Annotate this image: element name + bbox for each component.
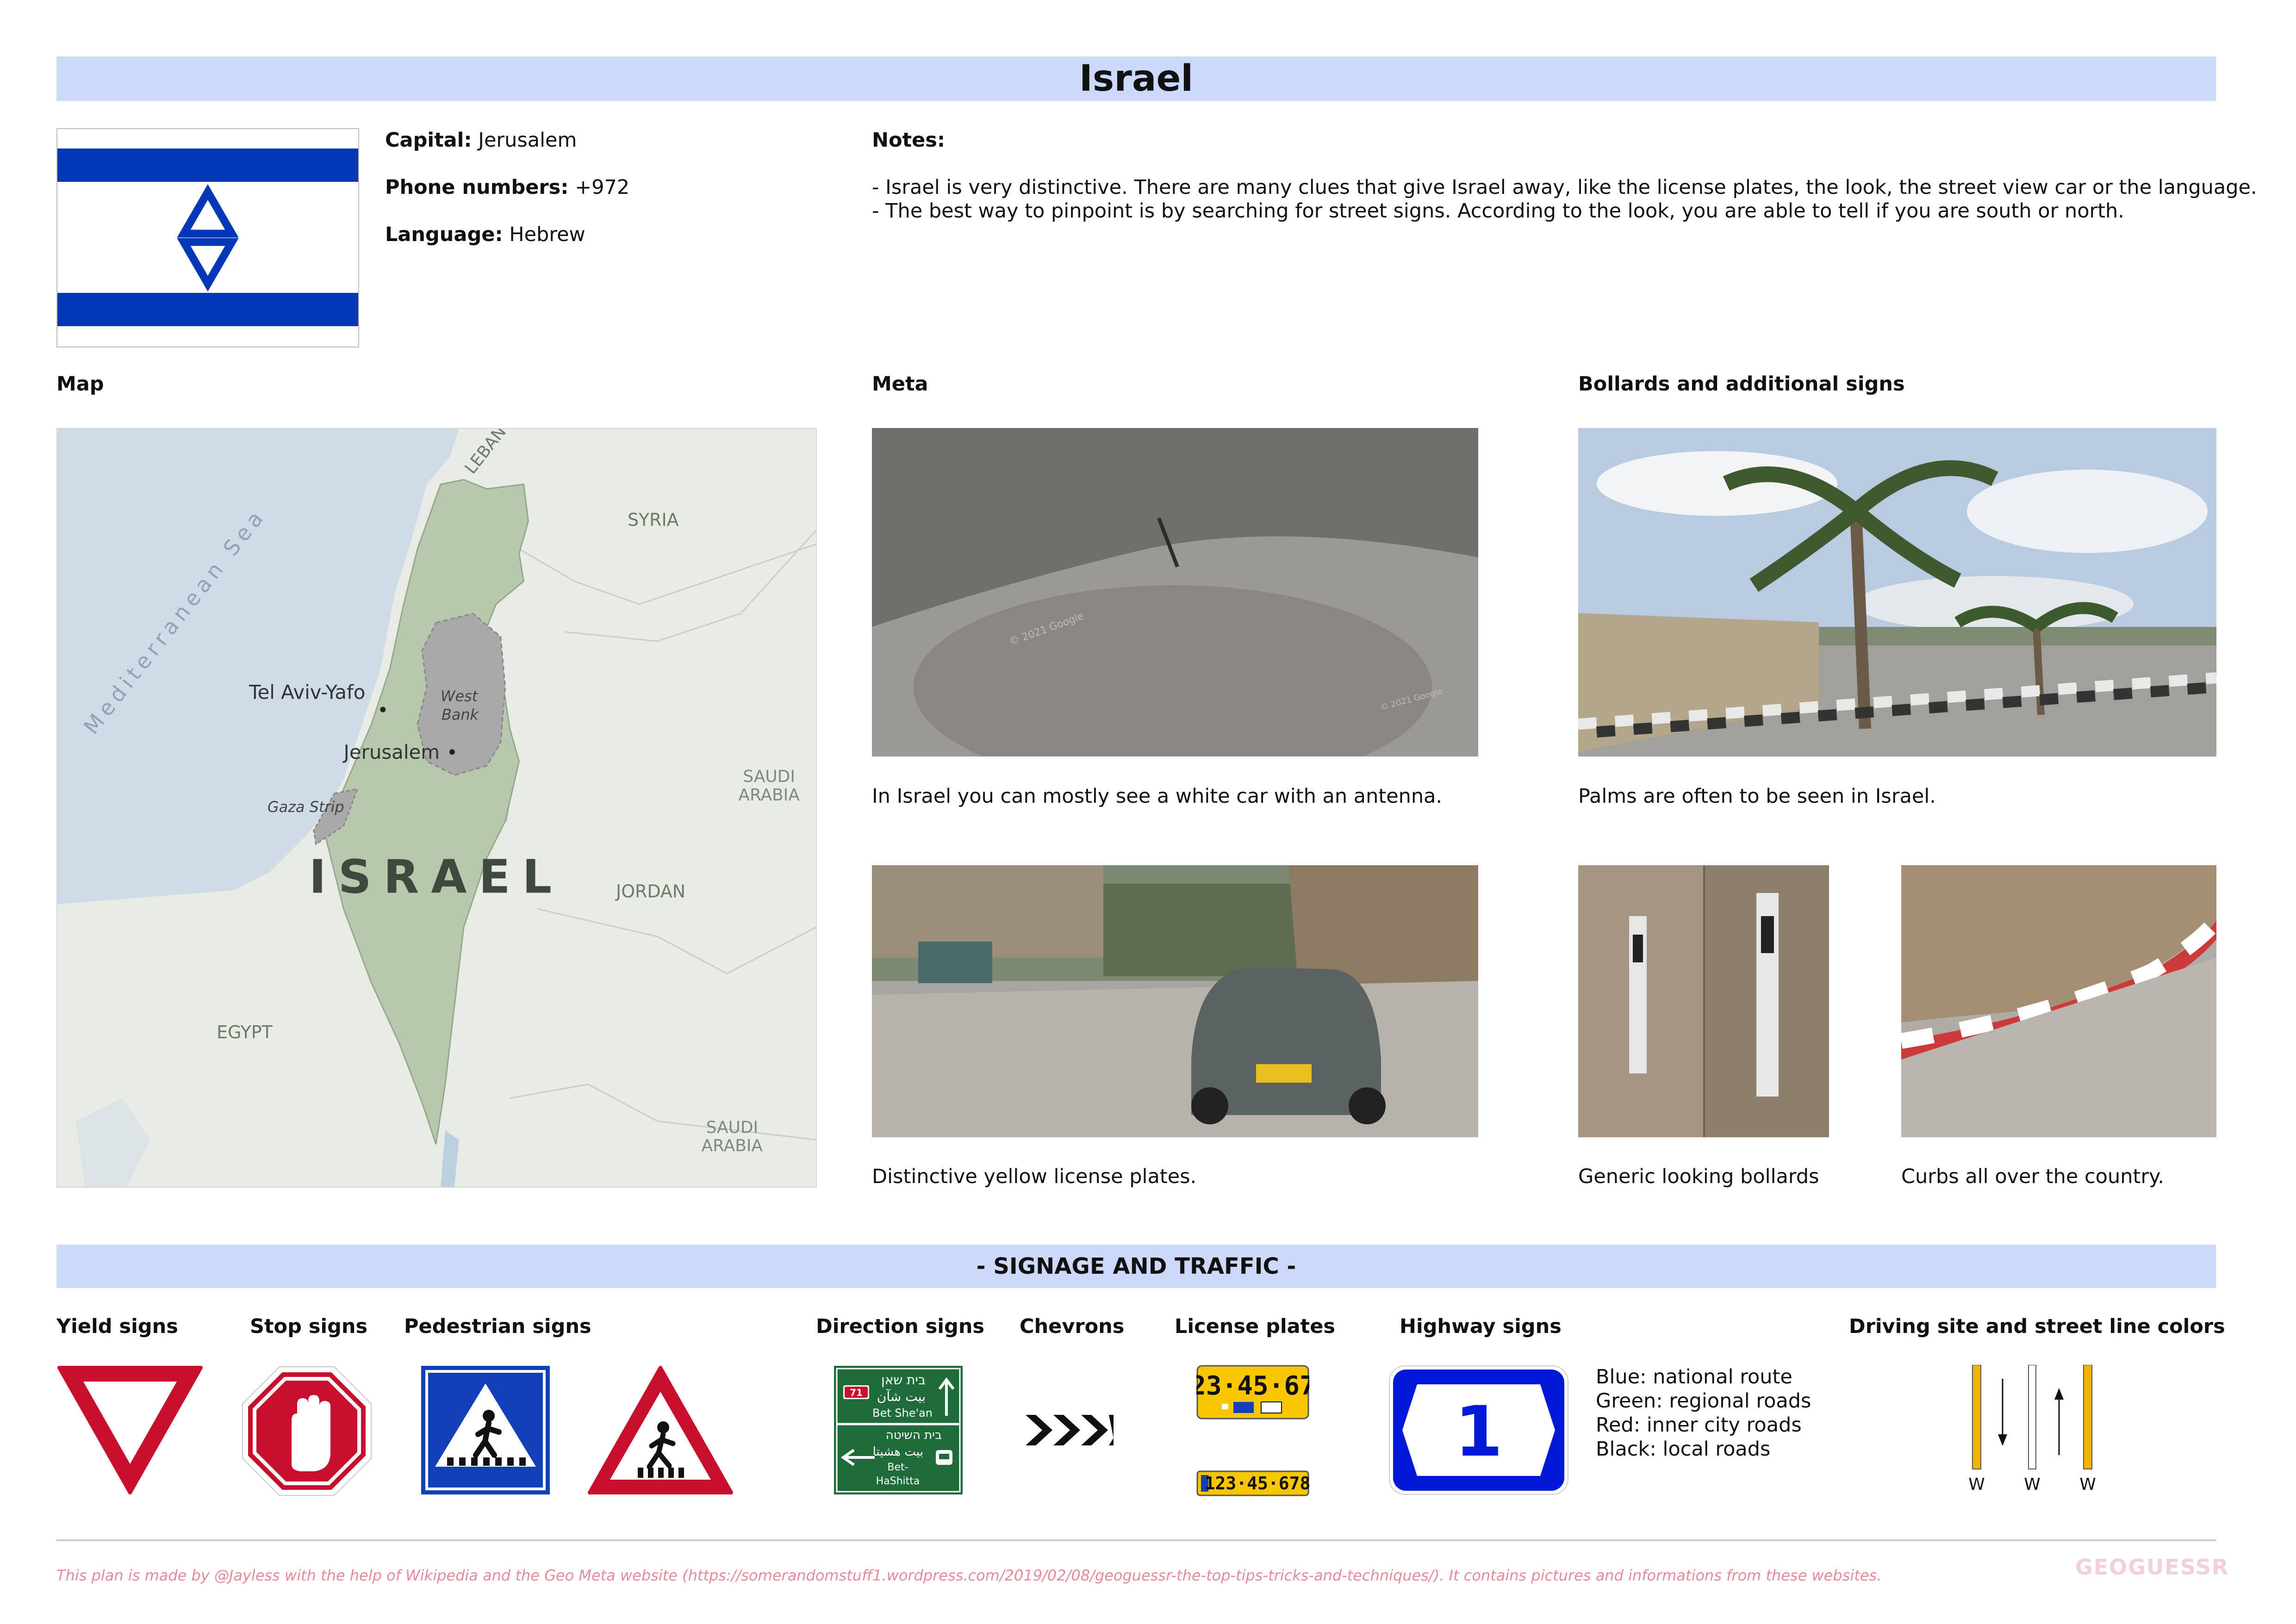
line-label-3: W [2079,1475,2096,1494]
footer-credit: This plan is made by @Jayless with the h… [56,1567,1882,1584]
israel-flag [56,128,359,347]
map-label-jordan: JORDAN [615,881,685,902]
curbs-photo [1901,865,2216,1137]
notes-heading: Notes: [872,129,946,152]
map-label-tel-aviv: Tel Aviv-Yafo [249,681,365,704]
israel-map: LEBANON SYRIA Mediterranean Sea Tel Aviv… [56,428,817,1188]
capital-value: Jerusalem [478,129,577,152]
highway-legend: Blue: national route Green: regional roa… [1596,1365,1811,1461]
direction-line1-hebrew: בית שאן [881,1372,926,1388]
plates-heading: License plates [1175,1315,1335,1338]
caption-car: In Israel you can mostly see a white car… [872,785,1443,808]
phone-value: +972 [575,176,630,199]
direction-line2-hebrew: בית השיטה [886,1428,942,1442]
license-plate-1-text: 123·45·678 [1196,1371,1309,1401]
capital-row: Capital: Jerusalem [385,128,577,152]
direction-line2-latin-a: Bet- [887,1462,908,1473]
map-label-syria: SYRIA [628,509,679,530]
footer-divider [56,1539,2216,1541]
yield-sign [56,1365,204,1495]
map-label-jerusalem: Jerusalem [342,741,440,763]
legend-blue: Blue: national route [1596,1365,1792,1388]
pedestrian-sign-square [420,1365,551,1495]
page-title: Israel [1079,58,1194,99]
caption-plates: Distinctive yellow license plates. [872,1165,1197,1188]
language-value: Hebrew [509,223,585,246]
direction-line2-arabic: بيت هشيتا [873,1445,923,1459]
yield-heading: Yield signs [56,1315,178,1338]
driving-heading: Driving site and street line colors [1849,1315,2225,1338]
license-plate-2-text: 123·45·678 [1205,1473,1309,1494]
caption-palms: Palms are often to be seen in Israel. [1578,785,1936,808]
caption-bollards: Generic looking bollards [1578,1165,1819,1188]
phone-label: Phone numbers: [385,176,569,199]
legend-black: Black: local roads [1596,1438,1771,1461]
title-banner: Israel [56,56,2216,101]
direction-heading: Direction signs [816,1315,985,1338]
pedestrian-sign-triangle [587,1365,734,1495]
license-plate-2: 123·45·678 [1196,1470,1309,1496]
highway-sign: 1 [1388,1365,1569,1495]
map-label-saudi-1a: SAUDI [743,767,795,786]
chevrons-heading: Chevrons [1020,1315,1125,1338]
license-plate-1: 123·45·678 [1196,1365,1309,1419]
meta-heading: Meta [872,372,928,396]
street-view-car-photo: © 2021 Google © 2021 Google [872,428,1478,756]
direction-line2-latin-b: HaShitta [876,1475,920,1487]
map-label-saudi-2a: SAUDI [706,1118,759,1137]
pedestrian-heading: Pedestrian signs [404,1315,591,1338]
map-heading: Map [56,372,104,396]
direction-line1-arabic: بيت شآن [877,1389,926,1404]
license-plates-photo [872,865,1478,1137]
highway-sign-number: 1 [1455,1392,1503,1472]
legend-green: Green: regional roads [1596,1389,1811,1413]
language-label: Language: [385,223,503,246]
direction-route-number: 71 [850,1387,863,1398]
stop-sign [241,1365,373,1497]
geoguessr-logo: GEOGUESSR [2075,1555,2229,1580]
language-row: Language: Hebrew [385,223,585,247]
capital-label: Capital: [385,129,472,152]
highway-heading: Highway signs [1400,1315,1562,1338]
map-label-saudi-2b: ARABIA [702,1136,763,1155]
phone-row: Phone numbers: +972 [385,175,629,199]
map-label-west-bank-1: West [441,688,479,705]
direction-line1-latin: Bet She'an [872,1407,933,1419]
bollards-photo [1578,865,1829,1137]
chevron-sign [1026,1415,1114,1445]
map-label-egypt: EGYPT [217,1022,273,1042]
stop-heading: Stop signs [250,1315,368,1338]
notes-line-2: - The best way to pinpoint is by searchi… [872,199,2124,223]
map-label-gaza: Gaza Strip [268,798,344,816]
notes-line-1: - Israel is very distinctive. There are … [872,176,2257,199]
caption-curbs: Curbs all over the country. [1901,1165,2165,1188]
direction-sign: 71 בית שאן بيت شآن Bet She'an בית השיטה … [833,1365,964,1495]
signage-banner-text: - SIGNAGE AND TRAFFIC - [976,1253,1296,1279]
bollards-heading: Bollards and additional signs [1578,372,1905,396]
line-label-1: W [1968,1475,1985,1494]
map-label-israel: ISRAEL [309,850,564,904]
line-label-2: W [2024,1475,2041,1494]
palms-photo [1578,428,2216,756]
map-label-west-bank-2: Bank [442,706,479,723]
legend-red: Red: inner city roads [1596,1413,1802,1437]
street-line-diagram: W W W [1960,1365,2099,1504]
signage-banner: - SIGNAGE AND TRAFFIC - [56,1245,2216,1288]
map-label-saudi-1b: ARABIA [738,786,800,805]
